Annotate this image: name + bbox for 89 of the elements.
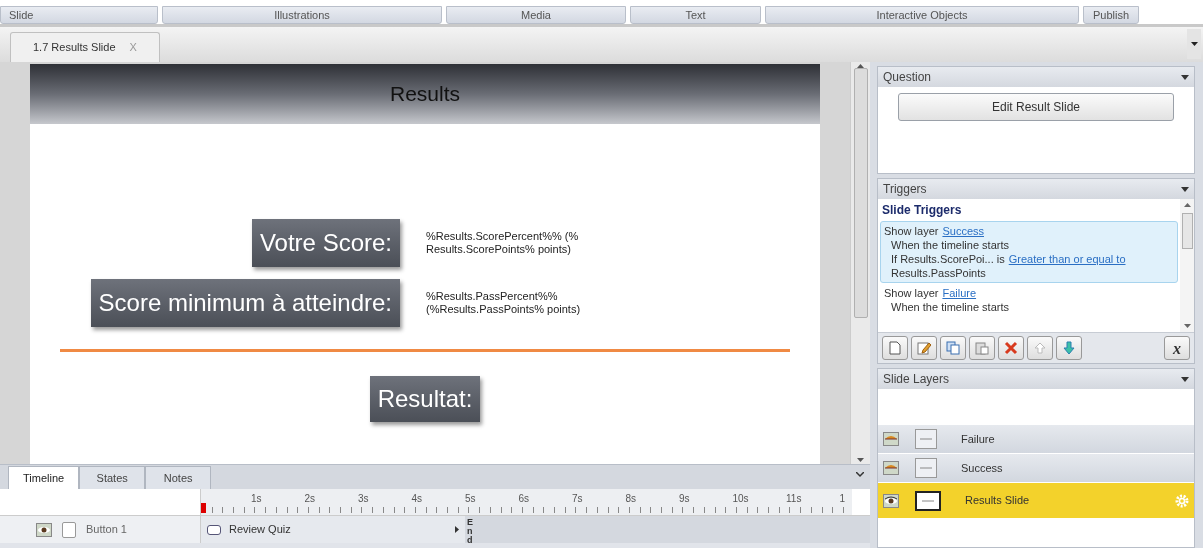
toolbar-button[interactable] xyxy=(1027,336,1053,360)
operator-link[interactable]: Greater than or equal to xyxy=(1008,252,1126,266)
tick-label: 11s xyxy=(786,492,802,506)
edit-icon xyxy=(917,341,931,355)
variables-button[interactable]: x xyxy=(1164,336,1190,360)
ribbon-tab[interactable]: Slide xyxy=(0,6,158,24)
layer-link[interactable]: Success xyxy=(942,224,984,238)
scrollbar-thumb[interactable] xyxy=(1181,212,1193,249)
toolbar-button[interactable] xyxy=(911,336,937,360)
down-arrow-icon xyxy=(1063,341,1075,355)
layer-row[interactable]: Success xyxy=(878,454,1194,483)
layer-name: Failure xyxy=(961,431,996,447)
score-label: Score minimum à atteindre: xyxy=(90,279,400,327)
slide-title: Results xyxy=(30,64,820,124)
tick-label: 1 xyxy=(839,492,846,506)
panel-header: Slide Layers xyxy=(878,369,1194,389)
object-name: Button 1 xyxy=(86,522,127,538)
caret-icon[interactable] xyxy=(1181,376,1189,382)
eye-icon[interactable] xyxy=(883,493,899,508)
trigger-item[interactable]: Show layer Failure When the timeline starts xyxy=(880,283,1178,317)
lock-checkbox[interactable] xyxy=(62,521,76,538)
collapse-icon[interactable] xyxy=(856,472,864,478)
toolbar-button[interactable] xyxy=(1056,336,1082,360)
tick-label: 10s xyxy=(732,492,749,506)
trigger-action: Show layer xyxy=(884,224,939,238)
up-arrow-icon xyxy=(1034,342,1046,354)
scroll-up-icon[interactable] xyxy=(1183,203,1191,207)
panel-tab[interactable]: Notes xyxy=(145,466,212,489)
arrow-icon xyxy=(455,526,459,533)
ribbon-tab[interactable]: Interactive Objects xyxy=(765,6,1079,24)
result-label: Resultat: xyxy=(369,376,481,422)
tick-label: 2s xyxy=(304,492,316,506)
scroll-down-icon[interactable] xyxy=(1183,324,1191,328)
layer-link[interactable]: Failure xyxy=(942,286,977,300)
layer-thumbnail xyxy=(915,490,941,511)
score-label: Votre Score: xyxy=(251,219,400,267)
layer-name: Success xyxy=(961,460,1004,476)
end-marker: End xyxy=(466,516,474,543)
toolbar-button[interactable] xyxy=(940,336,966,360)
trigger-event: When the timeline starts xyxy=(890,300,1010,314)
layer-thumbnail xyxy=(915,458,937,478)
layer-thumbnail xyxy=(915,429,937,449)
toolbar-button[interactable] xyxy=(969,336,995,360)
trigger-value: Results.PassPoints xyxy=(890,266,987,280)
panel-tab[interactable]: Timeline xyxy=(8,466,80,489)
eye-icon[interactable] xyxy=(36,522,52,537)
tick-label: 7s xyxy=(572,492,583,506)
delete-icon xyxy=(1004,341,1018,355)
tick-label: 4s xyxy=(411,492,423,506)
edit-result-slide-button[interactable]: Edit Result Slide xyxy=(898,93,1174,121)
document-tab[interactable]: 1.7 Results Slide X xyxy=(10,32,160,62)
layer-name: Results Slide xyxy=(965,493,1031,509)
trigger-condition: If Results.ScorePoi... is xyxy=(891,252,1005,266)
vertical-scrollbar[interactable] xyxy=(850,62,870,464)
layer-row[interactable]: Failure xyxy=(878,425,1194,454)
toolbar-button[interactable] xyxy=(998,336,1024,360)
section-heading: Slide Triggers xyxy=(881,202,963,219)
paste-icon xyxy=(975,341,989,355)
scroll-down-icon[interactable] xyxy=(857,458,864,462)
toolbar-button[interactable] xyxy=(882,336,908,360)
tick-label: 5s xyxy=(465,492,476,506)
tick-label: 6s xyxy=(518,492,530,506)
scrollbar-thumb[interactable] xyxy=(853,68,868,318)
timeline-bar[interactable]: Review Quiz xyxy=(200,516,465,543)
variable-text: %Results.PassPercent%% (%Results.PassPoints% points) xyxy=(426,290,582,316)
layer-row[interactable]: Results Slide xyxy=(878,483,1194,519)
tick-label: 3s xyxy=(358,492,369,506)
dropdown-button[interactable] xyxy=(1187,29,1201,59)
trigger-action: Show layer xyxy=(884,286,939,300)
vertical-scrollbar[interactable] xyxy=(1180,199,1194,332)
new-icon xyxy=(889,341,901,355)
trigger-item[interactable]: Show layer Success When the timeline starts If Results.ScorePoi... is Greater than or equal to Results.PassPoints xyxy=(880,221,1178,283)
tick-label: 1s xyxy=(251,492,262,506)
caret-icon[interactable] xyxy=(1181,186,1189,192)
panel-tab[interactable]: States xyxy=(79,466,146,489)
ribbon-tab[interactable]: Text xyxy=(630,6,761,24)
ribbon-tab[interactable]: Media xyxy=(446,6,626,24)
trigger-event: When the timeline starts xyxy=(890,238,1010,252)
copy-icon xyxy=(946,341,960,355)
button-icon xyxy=(207,524,221,535)
ribbon-tab[interactable]: Publish xyxy=(1083,6,1139,24)
tick-label: 8s xyxy=(625,492,637,506)
panel-header: Triggers xyxy=(878,179,1194,199)
panel-header: Question xyxy=(878,67,1194,87)
caret-icon[interactable] xyxy=(1181,74,1189,80)
variable-text: %Results.ScorePercent%% (% Results.ScorePoints% points) xyxy=(426,230,580,256)
tick-label: 9s xyxy=(679,492,690,506)
ribbon-tab[interactable]: Illustrations xyxy=(162,6,442,24)
caret-icon xyxy=(1190,42,1198,46)
